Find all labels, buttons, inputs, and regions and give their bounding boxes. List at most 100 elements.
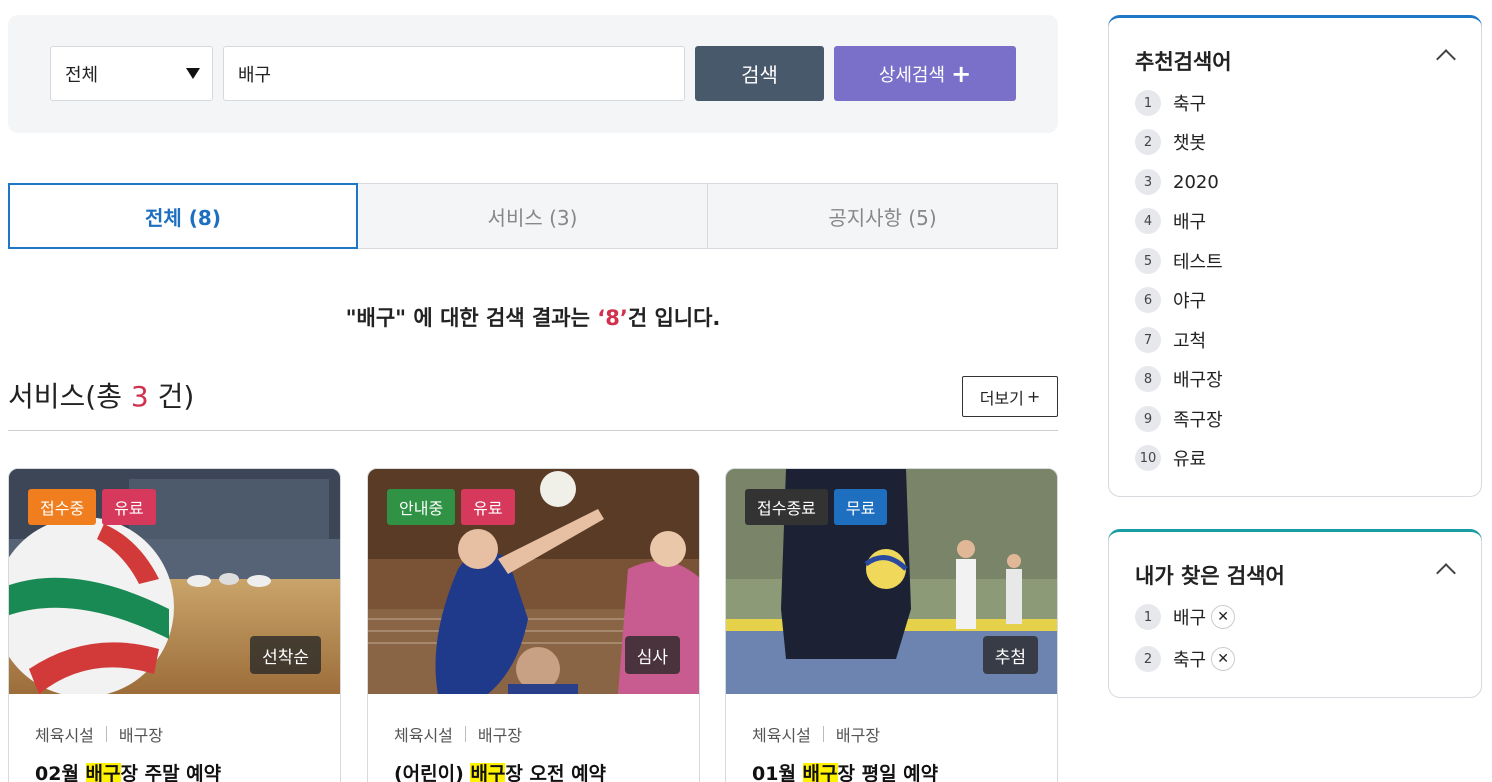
section-title-suffix: 건) — [148, 380, 195, 413]
card-subcategory: 배구장 — [835, 726, 881, 745]
search-input[interactable] — [223, 46, 685, 101]
card-meta: 체육시설 배구장 — [394, 722, 522, 746]
chevron-up-icon[interactable] — [1436, 563, 1456, 583]
card-category: 체육시설 — [752, 726, 811, 745]
keyword-item[interactable]: 7 고척 — [1135, 327, 1206, 353]
section-title: 서비스(총 3 건) — [8, 375, 194, 415]
keyword-item[interactable]: 6 야구 — [1135, 287, 1206, 313]
search-panel: 전체 검색 상세검색 + — [8, 15, 1058, 133]
service-card[interactable]: 접수종료 무료 추첨 체육시설 배구장 01월 배구장 평일 예약 — [725, 468, 1058, 782]
chevron-up-icon[interactable] — [1436, 49, 1456, 69]
keyword-label: 족구장 — [1173, 410, 1223, 431]
search-button[interactable]: 검색 — [695, 46, 824, 101]
remove-icon[interactable]: ✕ — [1211, 605, 1236, 629]
keyword-item[interactable]: 9 족구장 — [1135, 406, 1223, 432]
keyword-label: 축구 — [1173, 650, 1207, 671]
result-summary: "배구" 에 대한 검색 결과는 ‘8’건 입니다. — [8, 302, 1058, 332]
category-select[interactable]: 전체 — [50, 46, 213, 101]
rank-number: 1 — [1135, 90, 1161, 116]
rank-number: 6 — [1135, 287, 1161, 313]
result-tabs: 전체 (8) 서비스 (3) 공지사항 (5) — [8, 183, 1058, 249]
meta-divider — [822, 726, 824, 742]
keyword-label: 축구 — [1173, 94, 1207, 115]
meta-divider — [464, 726, 466, 742]
rank-number: 1 — [1135, 604, 1161, 630]
search-highlight: 배구 — [470, 763, 506, 782]
caret-down-icon — [186, 68, 200, 79]
meta-divider — [105, 726, 107, 742]
rank-number: 8 — [1135, 366, 1161, 392]
rank-number: 2 — [1135, 646, 1161, 672]
recent-search-item[interactable]: 1 배구 ✕ — [1135, 604, 1236, 630]
keyword-item[interactable]: 1 축구 — [1135, 90, 1206, 116]
selection-method-badge: 선착순 — [250, 636, 321, 674]
card-title[interactable]: (어린이) 배구장 오전 예약 — [394, 759, 606, 782]
card-meta: 체육시설 배구장 — [752, 722, 880, 746]
card-image: 접수종료 무료 추첨 — [726, 469, 1057, 694]
keyword-label: 배구 — [1173, 212, 1207, 233]
tab-all[interactable]: 전체 (8) — [8, 183, 358, 249]
result-query: "배구" — [345, 306, 407, 330]
keyword-item[interactable]: 10 유료 — [1135, 445, 1206, 471]
detail-search-button[interactable]: 상세검색 + — [834, 46, 1016, 101]
rank-number: 9 — [1135, 406, 1161, 432]
selection-method-badge: 심사 — [624, 636, 680, 674]
rank-number: 3 — [1135, 169, 1161, 195]
result-text-b: 건 입니다. — [627, 306, 721, 330]
card-meta: 체육시설 배구장 — [35, 722, 163, 746]
keyword-item[interactable]: 2 챗봇 — [1135, 129, 1206, 155]
fee-badge: 무료 — [833, 489, 888, 525]
section-divider — [8, 430, 1058, 431]
keyword-label: 고척 — [1173, 331, 1207, 352]
keyword-label: 유료 — [1173, 449, 1207, 470]
recent-search-item[interactable]: 2 축구 ✕ — [1135, 646, 1236, 672]
keyword-item[interactable]: 3 2020 — [1135, 169, 1219, 195]
service-card[interactable]: 안내중 유료 심사 체육시설 배구장 (어린이) 배구장 오전 예약 — [367, 468, 700, 782]
plus-icon: + — [951, 59, 972, 88]
status-badge: 안내중 — [387, 489, 456, 525]
card-subcategory: 배구장 — [118, 726, 164, 745]
rank-number: 7 — [1135, 327, 1161, 353]
result-count: ‘8’ — [597, 306, 628, 330]
card-category: 체육시설 — [394, 726, 453, 745]
status-badge: 접수중 — [28, 489, 97, 525]
my-searches-panel: 내가 찾은 검색어 1 배구 ✕ 2 축구 ✕ — [1108, 529, 1482, 698]
category-select-value: 전체 — [65, 64, 99, 86]
keyword-label: 챗봇 — [1173, 133, 1207, 154]
rank-number: 4 — [1135, 208, 1161, 234]
card-image: 접수중 유료 선착순 — [9, 469, 340, 694]
card-title-pre: (어린이) — [394, 763, 471, 782]
more-button-label: 더보기 — [979, 388, 1024, 408]
card-title-pre: 02월 — [35, 763, 86, 782]
card-title[interactable]: 01월 배구장 평일 예약 — [752, 759, 938, 782]
card-title-post: 장 주말 예약 — [120, 763, 222, 782]
status-badge: 접수종료 — [745, 489, 828, 525]
tab-notice-label: 공지사항 (5) — [828, 205, 937, 230]
remove-icon[interactable]: ✕ — [1211, 647, 1236, 671]
keyword-label: 테스트 — [1173, 252, 1223, 273]
tab-service-label: 서비스 (3) — [487, 205, 578, 230]
search-highlight: 배구 — [802, 763, 838, 782]
result-text-a: 에 대한 검색 결과는 — [406, 306, 598, 330]
keyword-item[interactable]: 8 배구장 — [1135, 366, 1223, 392]
service-card[interactable]: 접수중 유료 선착순 체육시설 배구장 02월 배구장 주말 예약 — [8, 468, 341, 782]
tab-all-label: 전체 (8) — [145, 205, 221, 230]
keyword-label: 2020 — [1173, 171, 1219, 193]
keyword-label: 야구 — [1173, 291, 1207, 312]
detail-search-label: 상세검색 — [878, 64, 946, 86]
search-highlight: 배구 — [85, 763, 121, 782]
section-count: 3 — [130, 380, 149, 413]
card-subcategory: 배구장 — [477, 726, 523, 745]
panel-title: 내가 찾은 검색어 — [1135, 564, 1285, 588]
selection-method-badge: 추첨 — [982, 636, 1038, 674]
more-button[interactable]: 더보기 + — [962, 376, 1058, 417]
keyword-item[interactable]: 4 배구 — [1135, 208, 1206, 234]
keyword-item[interactable]: 5 테스트 — [1135, 248, 1223, 274]
card-category: 체육시설 — [35, 726, 94, 745]
panel-title: 추천검색어 — [1135, 50, 1232, 74]
tab-notice[interactable]: 공지사항 (5) — [708, 183, 1058, 249]
tab-service[interactable]: 서비스 (3) — [358, 183, 708, 249]
card-title[interactable]: 02월 배구장 주말 예약 — [35, 759, 221, 782]
rank-number: 10 — [1135, 445, 1161, 471]
card-title-post: 장 평일 예약 — [837, 763, 939, 782]
